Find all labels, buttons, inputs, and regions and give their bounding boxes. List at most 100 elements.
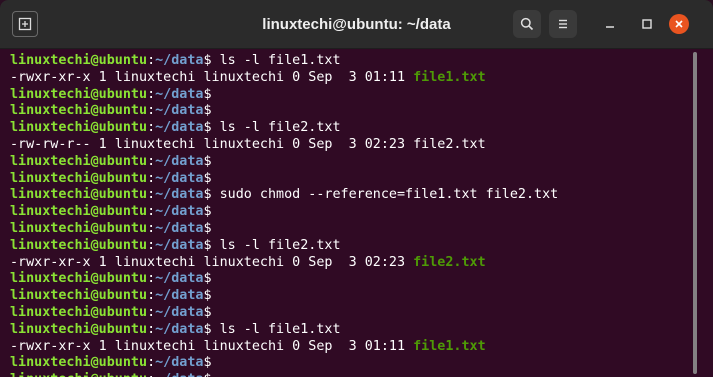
prompt-user: linuxtechi@ubuntu bbox=[10, 153, 148, 169]
prompt-user: linuxtechi@ubuntu bbox=[10, 237, 148, 253]
prompt-line: linuxtechi@ubuntu:~/data$ bbox=[10, 355, 695, 372]
prompt-path: ~/data bbox=[155, 304, 204, 320]
prompt-path: ~/data bbox=[155, 103, 204, 119]
command-text: ls -l file1.txt bbox=[211, 53, 341, 68]
prompt-symbol: $ bbox=[203, 321, 212, 337]
prompt-user: linuxtechi@ubuntu bbox=[10, 103, 148, 119]
prompt-symbol: $ bbox=[203, 53, 212, 68]
listing-text: -rw-rw-r-- 1 linuxtechi linuxtechi 0 Sep… bbox=[10, 136, 414, 152]
prompt-separator: : bbox=[147, 153, 156, 169]
prompt-separator: : bbox=[147, 170, 156, 186]
prompt-line: linuxtechi@ubuntu:~/data$ bbox=[10, 221, 695, 238]
output-line: -rwxr-xr-x 1 linuxtechi linuxtechi 0 Sep… bbox=[10, 70, 695, 87]
prompt-path: ~/data bbox=[155, 204, 204, 220]
prompt-separator: : bbox=[147, 53, 156, 68]
prompt-user: linuxtechi@ubuntu bbox=[10, 321, 148, 337]
prompt-separator: : bbox=[147, 120, 156, 136]
prompt-user: linuxtechi@ubuntu bbox=[10, 304, 148, 320]
prompt-line: linuxtechi@ubuntu:~/data$ sudo chmod --r… bbox=[10, 187, 695, 204]
prompt-symbol: $ bbox=[204, 372, 212, 377]
file-name: file2.txt bbox=[413, 136, 486, 152]
prompt-path: ~/data bbox=[155, 372, 203, 377]
prompt-path: ~/data bbox=[155, 187, 204, 203]
command-text bbox=[212, 372, 220, 377]
prompt-path: ~/data bbox=[155, 355, 204, 371]
command-text: ls -l file1.txt bbox=[211, 321, 341, 337]
new-tab-icon bbox=[18, 17, 32, 31]
prompt-symbol: $ bbox=[203, 271, 212, 287]
listing-text: -rwxr-xr-x 1 linuxtechi linuxtechi 0 Sep… bbox=[10, 69, 414, 85]
prompt-symbol: $ bbox=[203, 120, 212, 136]
file-name: file1.txt bbox=[413, 338, 486, 354]
prompt-path: ~/data bbox=[155, 170, 204, 186]
prompt-path: ~/data bbox=[155, 271, 204, 287]
minimize-icon bbox=[606, 26, 614, 28]
output-line: -rw-rw-r-- 1 linuxtechi linuxtechi 0 Sep… bbox=[10, 137, 695, 154]
prompt-path: ~/data bbox=[155, 86, 204, 102]
title-bar[interactable]: linuxtechi@ubuntu: ~/data bbox=[0, 0, 713, 49]
prompt-symbol: $ bbox=[203, 103, 212, 119]
prompt-line: linuxtechi@ubuntu:~/data$ bbox=[10, 288, 695, 305]
prompt-separator: : bbox=[147, 103, 156, 119]
terminal-window: linuxtechi@ubuntu: ~/data linuxtechi@ubu… bbox=[0, 0, 713, 377]
prompt-line: linuxtechi@ubuntu:~/data$ ls -l file2.tx… bbox=[10, 238, 695, 255]
menu-button[interactable] bbox=[549, 10, 577, 38]
prompt-line: linuxtechi@ubuntu:~/data$ bbox=[10, 87, 695, 104]
prompt-symbol: $ bbox=[203, 355, 212, 371]
minimize-button[interactable] bbox=[601, 15, 619, 33]
search-button[interactable] bbox=[513, 10, 541, 38]
prompt-path: ~/data bbox=[155, 288, 204, 304]
prompt-line: linuxtechi@ubuntu:~/data$ bbox=[10, 154, 695, 171]
output-line: -rwxr-xr-x 1 linuxtechi linuxtechi 0 Sep… bbox=[10, 339, 695, 356]
prompt-line: linuxtechi@ubuntu:~/data$ ls -l file1.tx… bbox=[10, 322, 695, 339]
prompt-symbol: $ bbox=[203, 304, 212, 320]
close-icon bbox=[675, 20, 683, 28]
prompt-user: linuxtechi@ubuntu bbox=[10, 271, 148, 287]
prompt-path: ~/data bbox=[155, 321, 204, 337]
prompt-line: linuxtechi@ubuntu:~/data$ bbox=[10, 103, 695, 120]
prompt-user: linuxtechi@ubuntu bbox=[10, 120, 148, 136]
prompt-user: linuxtechi@ubuntu bbox=[10, 53, 148, 68]
prompt-user: linuxtechi@ubuntu bbox=[10, 170, 148, 186]
prompt-user: linuxtechi@ubuntu bbox=[10, 86, 148, 102]
prompt-line: linuxtechi@ubuntu:~/data$ ls -l file2.tx… bbox=[10, 120, 695, 137]
prompt-line: linuxtechi@ubuntu:~/data$ bbox=[10, 305, 695, 322]
prompt-symbol: $ bbox=[203, 153, 212, 169]
search-icon bbox=[520, 17, 534, 31]
prompt-symbol: $ bbox=[203, 288, 212, 304]
maximize-icon bbox=[642, 19, 652, 29]
listing-text: -rwxr-xr-x 1 linuxtechi linuxtechi 0 Sep… bbox=[10, 254, 414, 270]
prompt-path: ~/data bbox=[155, 53, 204, 68]
prompt-symbol: $ bbox=[203, 237, 212, 253]
prompt-user: linuxtechi@ubuntu bbox=[10, 187, 148, 203]
close-button[interactable] bbox=[669, 14, 689, 34]
prompt-separator: : bbox=[147, 372, 155, 377]
scrollbar[interactable] bbox=[693, 52, 697, 374]
prompt-separator: : bbox=[147, 304, 156, 320]
maximize-button[interactable] bbox=[638, 15, 656, 33]
prompt-path: ~/data bbox=[155, 237, 204, 253]
prompt-separator: : bbox=[147, 187, 156, 203]
new-tab-button[interactable] bbox=[12, 11, 38, 37]
prompt-line: linuxtechi@ubuntu:~/data$ bbox=[10, 171, 695, 188]
prompt-separator: : bbox=[147, 321, 156, 337]
prompt-separator: : bbox=[147, 86, 156, 102]
prompt-path: ~/data bbox=[155, 220, 204, 236]
prompt-symbol: $ bbox=[203, 187, 212, 203]
hamburger-menu-icon bbox=[559, 19, 567, 29]
prompt-user: linuxtechi@ubuntu bbox=[10, 372, 147, 377]
command-text: sudo chmod --reference=file1.txt file2.t… bbox=[211, 187, 559, 203]
prompt-separator: : bbox=[147, 204, 156, 220]
prompt-line: linuxtechi@ubuntu:~/data$ bbox=[10, 204, 695, 221]
prompt-separator: : bbox=[147, 288, 156, 304]
file-name: file1.txt bbox=[413, 69, 486, 85]
prompt-symbol: $ bbox=[203, 220, 212, 236]
terminal-output[interactable]: linuxtechi@ubuntu:~/data$ ls -l file1.tx… bbox=[0, 49, 695, 377]
prompt-separator: : bbox=[147, 271, 156, 287]
prompt-user: linuxtechi@ubuntu bbox=[10, 288, 148, 304]
prompt-line: linuxtechi@ubuntu:~/data$ ls -l file1.tx… bbox=[10, 53, 695, 70]
prompt-line: linuxtechi@ubuntu:~/data$ bbox=[10, 271, 695, 288]
prompt-user: linuxtechi@ubuntu bbox=[10, 220, 148, 236]
prompt-separator: : bbox=[147, 237, 156, 253]
prompt-user: linuxtechi@ubuntu bbox=[10, 204, 148, 220]
